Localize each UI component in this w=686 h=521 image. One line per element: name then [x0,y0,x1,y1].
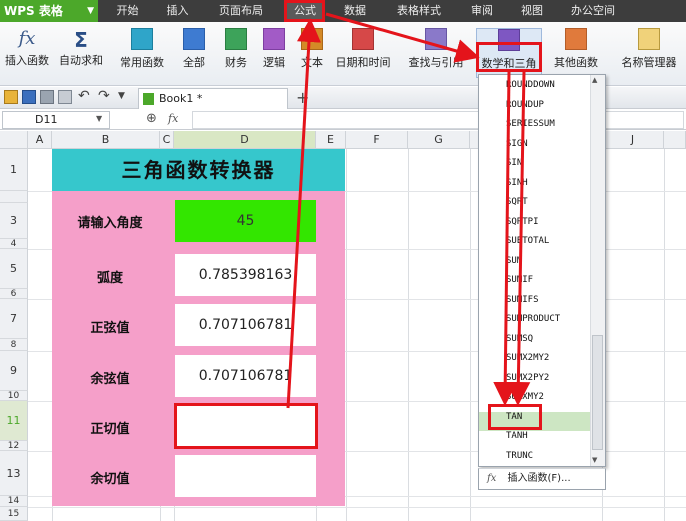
arrow-to-math-trig [325,12,480,63]
annotation-arrows [286,12,531,409]
arrow-to-tan-2 [506,71,531,406]
arrow-to-formula-menu [286,18,321,409]
arrow-to-tan [493,71,518,406]
